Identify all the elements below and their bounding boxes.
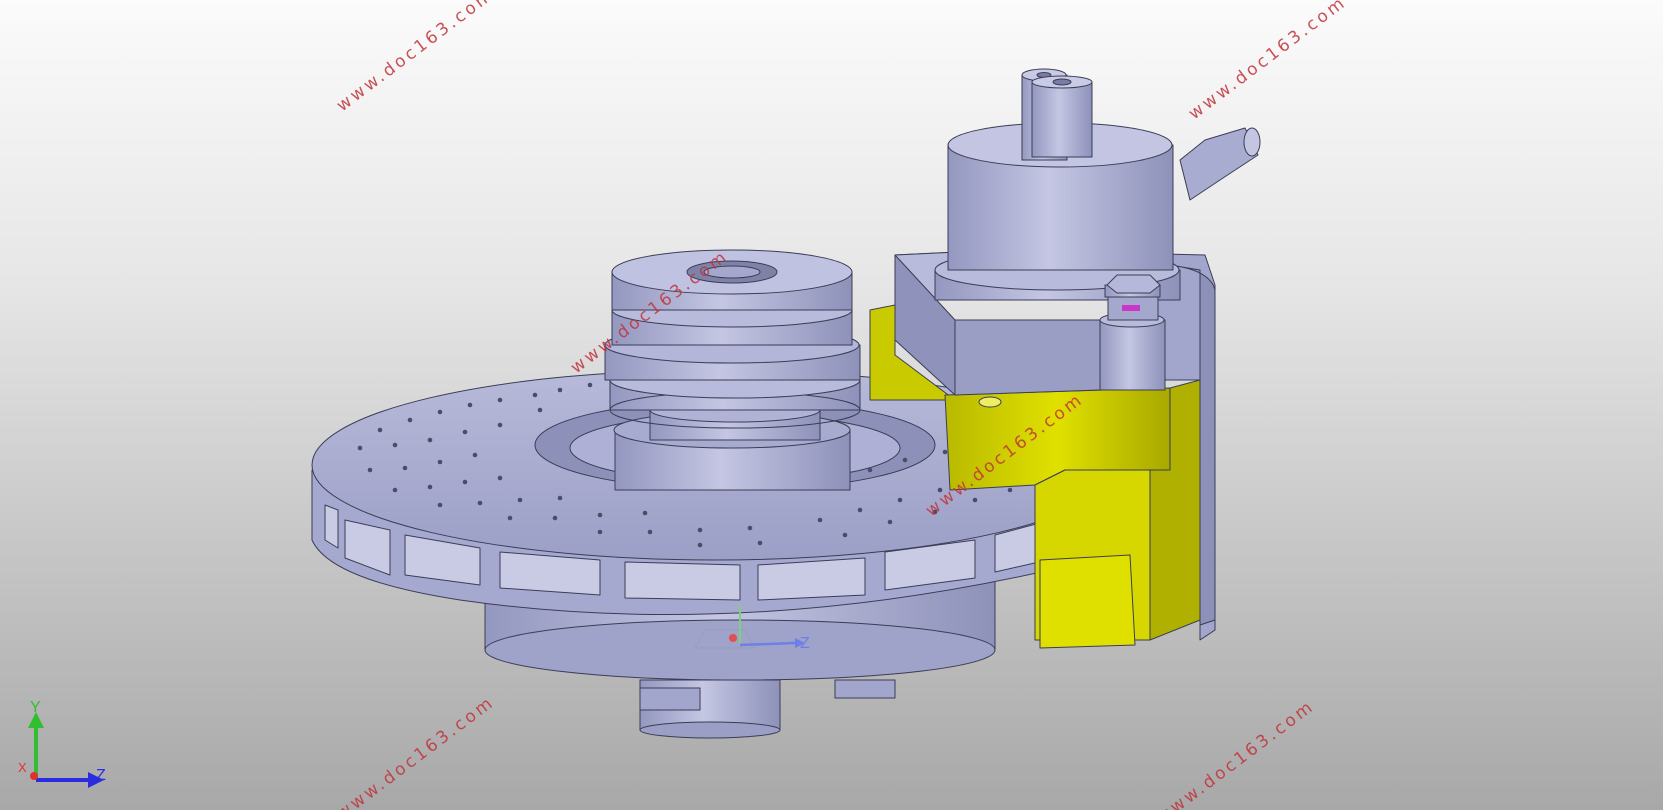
- brake-caliper-assembly-model[interactable]: Z: [0, 0, 1663, 810]
- local-axis-z-label: Z: [800, 635, 810, 652]
- caliper-bolt: [1099, 274, 1166, 391]
- triad-y-label: Y: [30, 700, 41, 716]
- cad-3d-viewport[interactable]: Z www.doc163.com www.doc163.com www.doc1…: [0, 0, 1663, 810]
- triad-x-label: X: [18, 760, 27, 775]
- triad-z-label: Z: [96, 767, 106, 784]
- view-orientation-triad[interactable]: Y Z X: [12, 700, 122, 790]
- hub-pulley-stack: [604, 249, 861, 491]
